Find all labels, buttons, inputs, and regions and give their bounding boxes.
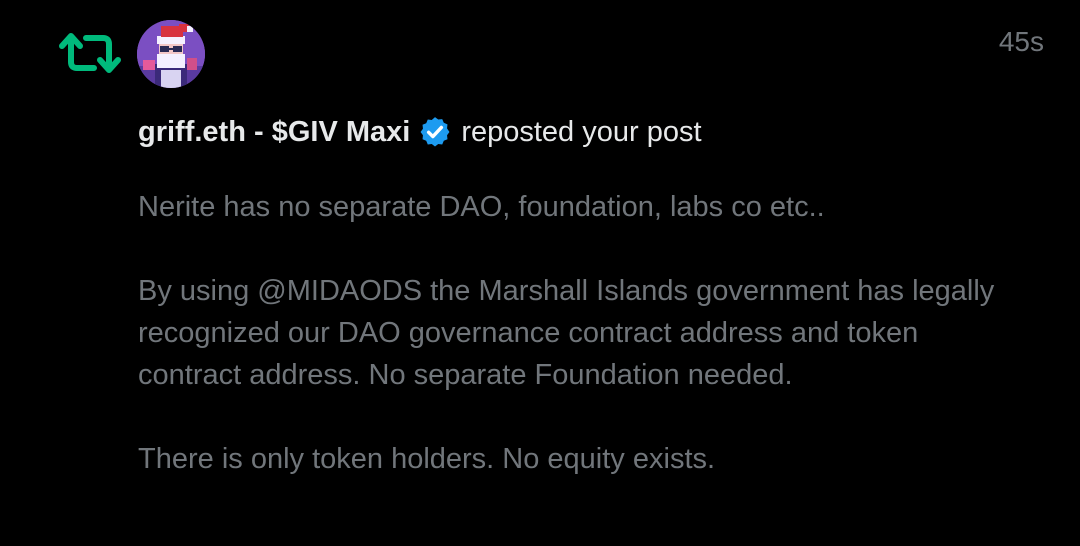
action-text: reposted your post	[461, 116, 702, 148]
timestamp: 45s	[998, 26, 1044, 57]
verified-badge-icon	[420, 117, 450, 147]
post-paragraph: Nerite has no separate DAO, foundation, …	[138, 191, 825, 223]
post-paragraph: By using @MIDAODS the Marshall Islands g…	[138, 275, 995, 391]
avatar-santa-icon	[137, 20, 205, 88]
notification-headline: griff.eth - $GIV Maxi reposted your post	[138, 112, 702, 152]
post-body[interactable]: Nerite has no separate DAO, foundation, …	[138, 186, 998, 480]
avatar[interactable]	[137, 20, 205, 88]
author-name[interactable]: griff.eth - $GIV Maxi	[138, 112, 410, 152]
repost-notification[interactable]: 45s griff.eth - $GIV Maxi reposted your …	[0, 0, 1080, 546]
repost-icon	[59, 33, 121, 73]
post-paragraph: There is only token holders. No equity e…	[138, 443, 716, 475]
